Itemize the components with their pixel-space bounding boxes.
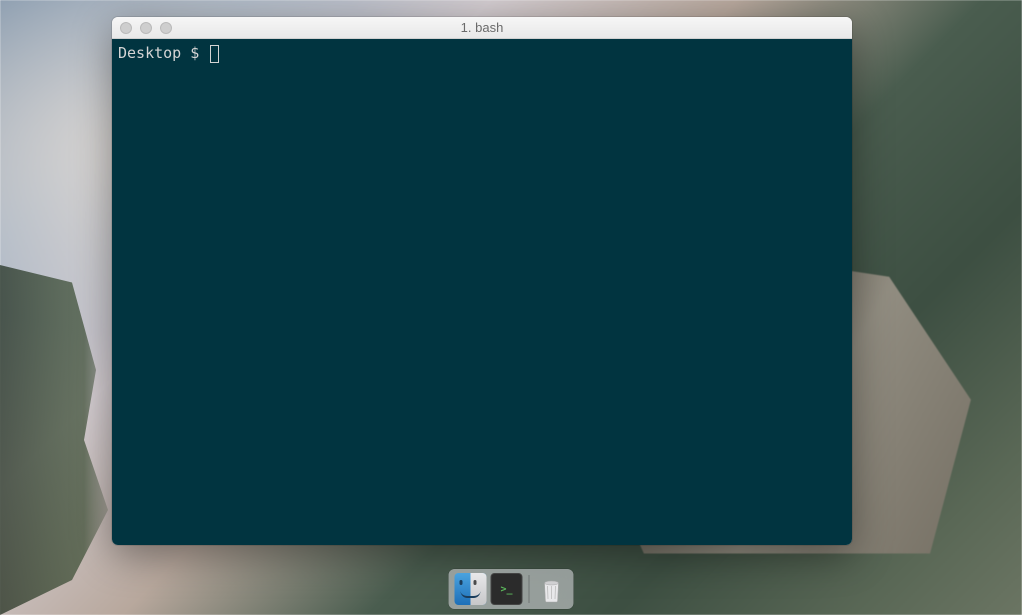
window-title-bar[interactable]: 1. bash [112,17,852,39]
finder-icon [455,573,487,605]
terminal-prompt: Desktop $ [118,43,208,64]
dock-separator [529,575,530,603]
dock-item-trash[interactable] [536,573,568,605]
dock-item-terminal[interactable]: >_ [491,573,523,605]
terminal-window: 1. bash Desktop $ [112,17,852,545]
window-title: 1. bash [461,20,504,35]
terminal-prompt-line: Desktop $ [118,43,846,64]
dock-item-finder[interactable] [455,573,487,605]
terminal-body[interactable]: Desktop $ [112,39,852,545]
trash-icon [540,575,564,603]
close-button[interactable] [120,22,132,34]
traffic-lights [112,22,172,34]
minimize-button[interactable] [140,22,152,34]
maximize-button[interactable] [160,22,172,34]
dock: >_ [449,569,574,609]
terminal-cursor [210,45,219,63]
terminal-icon: >_ [500,584,512,595]
